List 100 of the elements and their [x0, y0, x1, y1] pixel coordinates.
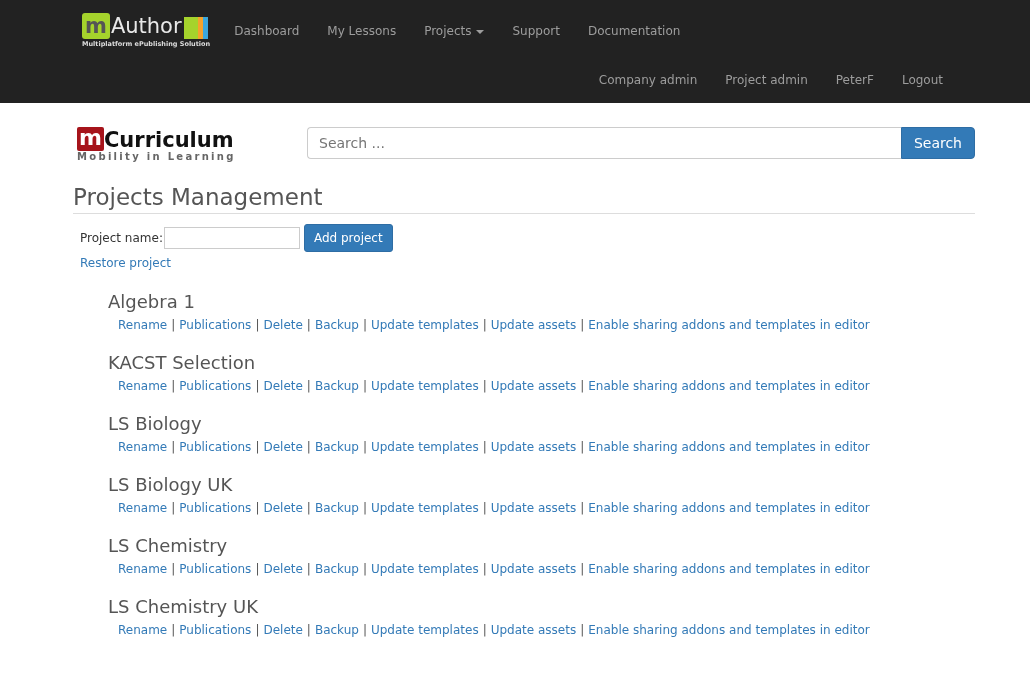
separator: |	[362, 318, 367, 332]
project-name-field[interactable]	[163, 227, 300, 249]
project-name: Algebra 1	[108, 291, 196, 313]
action-link[interactable]: Backup	[314, 318, 359, 332]
separator: |	[255, 562, 260, 576]
separator: |	[306, 318, 311, 332]
separator: |	[306, 440, 311, 454]
separator: |	[255, 440, 260, 454]
action-link[interactable]: Rename	[118, 379, 168, 393]
add-project-button[interactable]: Add project	[303, 224, 393, 252]
mcurriculum-logo: mCurriculum Mobility in Learning	[76, 124, 237, 162]
action-link[interactable]: Publications	[179, 501, 252, 515]
action-link[interactable]: Update assets	[490, 501, 577, 515]
action-link[interactable]: Update assets	[490, 562, 577, 576]
separator: |	[580, 440, 585, 454]
separator: |	[482, 318, 487, 332]
project-name: LS Chemistry	[108, 535, 229, 557]
action-link[interactable]: Backup	[314, 562, 359, 576]
separator: |	[171, 501, 176, 515]
action-link[interactable]: Publications	[179, 623, 252, 637]
separator: |	[171, 379, 176, 393]
separator: |	[171, 318, 176, 332]
action-link[interactable]: Update assets	[490, 440, 577, 454]
action-link[interactable]: Publications	[179, 562, 252, 576]
separator: |	[306, 623, 311, 637]
action-link[interactable]: Enable sharing addons and templates in editor	[588, 562, 870, 576]
separator: |	[255, 318, 260, 332]
separator: |	[580, 379, 585, 393]
action-link[interactable]: Delete	[263, 318, 303, 332]
action-link[interactable]: Rename	[118, 623, 168, 637]
search-field[interactable]: Search ...	[307, 127, 901, 159]
separator: |	[580, 318, 585, 332]
separator: |	[171, 562, 176, 576]
separator: |	[255, 623, 260, 637]
separator: |	[482, 562, 487, 576]
page-title: Projects Management	[73, 184, 975, 214]
action-link[interactable]: Backup	[314, 501, 359, 515]
separator: |	[482, 623, 487, 637]
separator: |	[362, 562, 367, 576]
action-link[interactable]: Delete	[263, 501, 303, 515]
separator: |	[482, 440, 487, 454]
project-name: LS Biology UK	[108, 474, 234, 496]
action-link[interactable]: Update assets	[490, 379, 577, 393]
nav-link[interactable]: PeterF	[821, 62, 888, 98]
separator: |	[306, 562, 311, 576]
separator: |	[255, 501, 260, 515]
separator: |	[362, 440, 367, 454]
action-link[interactable]: Delete	[263, 440, 303, 454]
separator: |	[306, 379, 311, 393]
action-link[interactable]: Update templates	[370, 318, 479, 332]
nav-link[interactable]: Logout	[887, 62, 957, 98]
action-link[interactable]: Enable sharing addons and templates in editor	[588, 318, 870, 332]
action-link[interactable]: Update templates	[370, 440, 479, 454]
action-link[interactable]: Update templates	[370, 501, 479, 515]
nav-link[interactable]: Projects	[410, 13, 499, 49]
action-link[interactable]: Enable sharing addons and templates in editor	[588, 501, 870, 515]
nav-link[interactable]: Support	[498, 13, 574, 49]
action-link[interactable]: Update assets	[490, 623, 577, 637]
action-link[interactable]: Update templates	[370, 379, 479, 393]
field-label: Project name:	[80, 231, 163, 245]
separator: |	[255, 379, 260, 393]
nav-link[interactable]: Project admin	[711, 62, 822, 98]
action-link[interactable]: Update assets	[490, 318, 577, 332]
action-link[interactable]: Backup	[314, 379, 359, 393]
search-button[interactable]: Search	[900, 127, 975, 159]
project-name: LS Biology	[108, 413, 203, 435]
action-link[interactable]: Enable sharing addons and templates in editor	[588, 440, 870, 454]
action-link[interactable]: Publications	[179, 379, 252, 393]
separator: |	[362, 623, 367, 637]
action-link[interactable]: Rename	[118, 318, 168, 332]
action-link[interactable]: Publications	[179, 318, 252, 332]
action-link[interactable]: Rename	[118, 440, 168, 454]
action-link[interactable]: Backup	[314, 623, 359, 637]
action-link[interactable]: Delete	[263, 562, 303, 576]
separator: |	[482, 379, 487, 393]
separator: |	[362, 379, 367, 393]
action-link[interactable]: Publications	[179, 440, 252, 454]
action-link[interactable]: Update templates	[370, 562, 479, 576]
action-link[interactable]: Enable sharing addons and templates in editor	[588, 379, 870, 393]
separator: |	[482, 501, 487, 515]
nav-link[interactable]: Company admin	[584, 62, 712, 98]
separator: |	[580, 562, 585, 576]
action-link[interactable]: Rename	[118, 501, 168, 515]
action-link[interactable]: Delete	[263, 623, 303, 637]
action-link[interactable]: Enable sharing addons and templates in editor	[588, 623, 870, 637]
nav-link[interactable]: Documentation	[573, 13, 695, 49]
restore-project-link[interactable]: Restore project	[80, 256, 171, 270]
project-name: KACST Selection	[108, 352, 257, 374]
action-link[interactable]: Backup	[314, 440, 359, 454]
separator: |	[362, 501, 367, 515]
separator: |	[580, 501, 585, 515]
action-link[interactable]: Delete	[263, 379, 303, 393]
separator: |	[306, 501, 311, 515]
separator: |	[171, 623, 176, 637]
nav-link[interactable]: My Lessons	[313, 13, 411, 49]
separator: |	[171, 440, 176, 454]
nav-link[interactable]: Dashboard	[220, 13, 314, 49]
project-name: LS Chemistry UK	[108, 596, 259, 618]
action-link[interactable]: Update templates	[370, 623, 479, 637]
action-link[interactable]: Rename	[118, 562, 168, 576]
